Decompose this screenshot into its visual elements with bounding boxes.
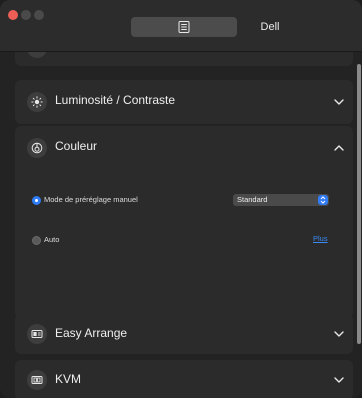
tab-display-settings[interactable] — [131, 17, 237, 37]
preset-mode-select[interactable]: Standard — [233, 194, 329, 206]
kvm-section[interactable]: KVM — [15, 360, 353, 398]
minimize-window-button[interactable] — [21, 10, 31, 20]
chevron-down-icon[interactable] — [333, 374, 345, 386]
color-section-header[interactable]: Couleur — [15, 126, 353, 170]
display-settings-icon — [178, 21, 190, 33]
maximize-window-button[interactable] — [34, 10, 44, 20]
auto-label: Auto — [44, 235, 60, 244]
sun-icon — [27, 92, 47, 112]
color-title: Couleur — [55, 139, 98, 153]
kvm-title: KVM — [55, 372, 82, 386]
brightness-contrast-title: Luminosité / Contraste — [55, 93, 176, 107]
minus-icon — [27, 52, 47, 58]
brightness-contrast-section[interactable]: Luminosité / Contraste — [15, 80, 353, 124]
chevron-down-icon[interactable] — [333, 96, 345, 108]
select-arrows-icon — [318, 195, 328, 205]
window-layout-icon — [27, 324, 47, 344]
collapsed-section-card[interactable] — [15, 52, 353, 66]
color-palette-icon — [27, 138, 47, 158]
manual-preset-radio[interactable] — [32, 196, 41, 205]
color-section: Couleur Mode de préréglage manuel Standa… — [15, 126, 353, 318]
auto-radio[interactable] — [32, 236, 41, 245]
preset-mode-value: Standard — [237, 195, 268, 204]
vertical-scrollbar[interactable] — [357, 64, 361, 344]
app-window: Dell Luminosité / Contraste Couleur Mode… — [0, 0, 362, 398]
title-bar: Dell — [0, 0, 362, 52]
more-link[interactable]: Plus — [313, 234, 328, 243]
kvm-icon — [27, 370, 47, 390]
chevron-up-icon[interactable] — [333, 142, 345, 154]
close-window-button[interactable] — [8, 10, 18, 20]
chevron-down-icon[interactable] — [333, 328, 345, 340]
tab-dell[interactable]: Dell — [248, 17, 292, 37]
easy-arrange-title: Easy Arrange — [55, 326, 128, 340]
settings-content: Luminosité / Contraste Couleur Mode de p… — [0, 52, 362, 398]
easy-arrange-section[interactable]: Easy Arrange — [15, 314, 353, 354]
manual-preset-label: Mode de préréglage manuel — [44, 195, 138, 204]
